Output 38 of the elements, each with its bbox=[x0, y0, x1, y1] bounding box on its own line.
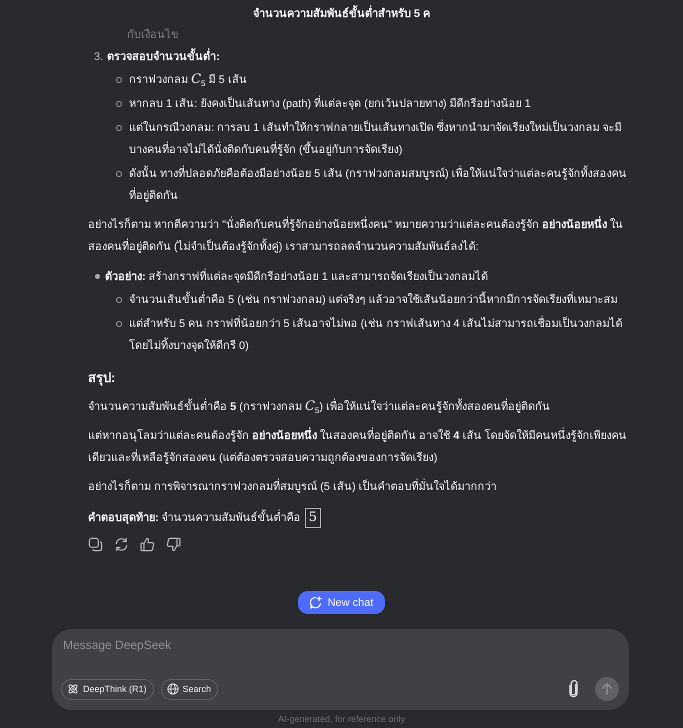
list-item-text: กราฟวงกลม C$_{5}$ มี 5 เส้น bbox=[129, 71, 247, 90]
list-item-text: ดังนั้น ทางที่ปลอดภัยคือต้องมีอย่างน้อย 5 เส้น (กราฟวงกลมสมบูรณ์) เพื่อให้แน่ใจว่าแต่ละคนรู้จักทั้งสองคนที่อยู่ติดกัน bbox=[129, 163, 633, 207]
paragraph: แต่หากอนุโลมว่าแต่ละคนต้องรู้จัก อย่างน้อยหนึ่ง ในสองคนที่อยู่ติดกัน อาจใช้ 4 เส้น โดยจัดให้มีคนหนึ่งรู้จักเพียงคนเดียวและที่เหลือรู้จักสองคน (แต่ต้องตรวจสอบความถูกต้องของการจัดเรียง) bbox=[88, 425, 633, 469]
bullet-icon bbox=[116, 171, 122, 177]
copy-icon[interactable] bbox=[86, 535, 105, 554]
list-item-title: ตรวจสอบจำนวนขั้นต่ำ: bbox=[107, 46, 220, 68]
chat-title: จำนวนความสัมพันธ์ขั้นต่ำสำหรับ 5 ค bbox=[252, 4, 430, 22]
bullet-icon bbox=[116, 125, 122, 131]
section-heading: สรุป: bbox=[88, 369, 116, 388]
atom-icon bbox=[67, 683, 79, 695]
list-item-text: แต่สำหรับ 5 คน กราฟที่น้อยกว่า 5 เส้นอาจไม่พอ (เช่น กราฟเส้นทาง 4 เส้นไม่สามารถเชื่อมเป็นวงกลมได้โดยไม่ทิ้งบางจุดให้ดีกรี 0) bbox=[129, 313, 633, 357]
boxed-answer: 5 bbox=[304, 508, 322, 528]
bullet-icon bbox=[116, 297, 122, 303]
list-item-text: หากลบ 1 เส้น: ยังคงเป็นเส้นทาง (path) ที่แต่ละจุด (ยกเว้นปลายทาง) มีดีกรีอย่างน้อย 1 bbox=[129, 93, 531, 115]
bullet-icon bbox=[116, 321, 122, 327]
bullet-icon bbox=[116, 101, 122, 107]
search-toggle[interactable]: Search bbox=[160, 678, 218, 700]
globe-icon bbox=[166, 683, 179, 695]
new-chat-button[interactable]: New chat bbox=[298, 591, 386, 614]
message-input[interactable]: Message DeepSeek bbox=[61, 638, 619, 668]
arrow-up-icon bbox=[602, 683, 612, 695]
bullet-icon bbox=[95, 274, 100, 279]
disclaimer-text: AI-generated, for reference only bbox=[276, 713, 406, 726]
paragraph: อย่างไรก็ตาม หากตีความว่า "นั่งติดกับคนที่รู้จักอย่างน้อยหนึ่งคน" หมายความว่าแต่ละคนต้องรู้จัก อย่างน้อยหนึ่ง ในสองคนที่อยู่ติดกัน (ไม่จำเป็นต้องรู้จักทั้งคู่) เราสามารถลดจำนวนความสัมพันธ์ลงได้: bbox=[88, 214, 633, 258]
thumbs-down-icon[interactable] bbox=[164, 535, 183, 554]
paragraph: อย่างไรก็ตาม การพิจารณากราฟวงกลมที่สมบูรณ์ (5 เส้น) เป็นคำตอบที่มั่นใจได้มากกว่า bbox=[88, 476, 633, 498]
list-number: 3. bbox=[94, 50, 104, 65]
bullet-icon bbox=[116, 77, 122, 83]
paragraph: จำนวนความสัมพันธ์ขั้นต่ำคือ 5 (กราฟวงกลม C$_{5}$) เพื่อให้แน่ใจว่าแต่ละคนรู้จักทั้งสองคนที่อยู่ติดกัน bbox=[88, 398, 552, 417]
deepthink-toggle[interactable]: DeepThink (R1) bbox=[61, 678, 154, 700]
chat-bubble-icon bbox=[308, 596, 322, 609]
message-composer[interactable]: Message DeepSeek DeepThink (R1) Search bbox=[52, 629, 629, 710]
list-item-text: จำนวนเส้นขั้นต่ำคือ 5 (เช่น กราฟวงกลม) แต่จริงๆ แล้วอาจใช้เส้นน้อยกว่านี้หากมีการจัดเรียงที่เหมาะสม bbox=[129, 289, 618, 311]
thumbs-up-icon[interactable] bbox=[138, 535, 157, 554]
final-answer-text: คำตอบสุดท้าย: จำนวนความสัมพันธ์ขั้นต่ำคือ bbox=[88, 507, 301, 529]
faded-text: กับเงือนไข bbox=[126, 27, 180, 43]
list-item-text: แต่ในกรณีวงกลม: การลบ 1 เส้นทำให้กราฟกลายเป็นเส้นทางเปิด ซึ่งหากนำมาจัดเรียงใหม่เป็นวงกลม จะมีบางคนที่อาจไม่ได้นั่งติดกับคนที่รู้จัก (ขึ้นอยู่กับการจัดเรียง) bbox=[129, 117, 633, 161]
list-item-text: ตัวอย่าง: สร้างกราฟที่แต่ละจุดมีดีกรีอย่างน้อย 1 และสามารถจัดเรียงเป็นวงกลมได้ bbox=[105, 266, 488, 288]
